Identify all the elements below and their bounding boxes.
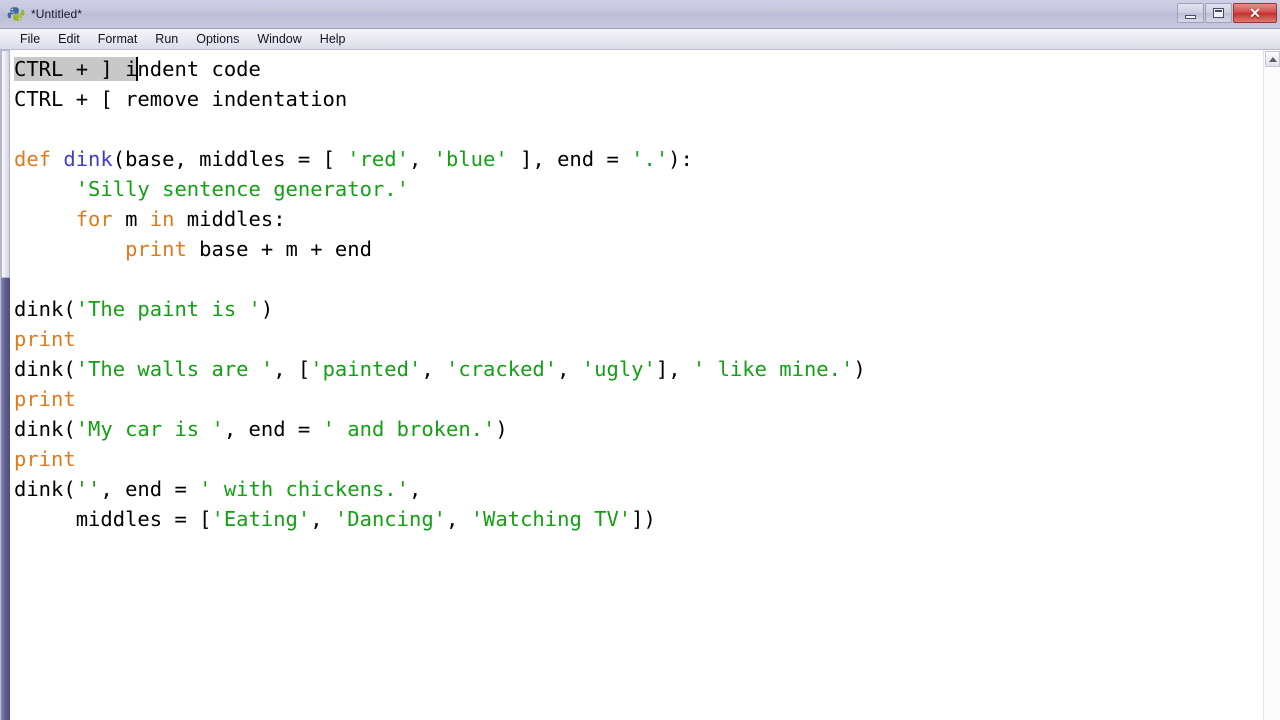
line-11-d: , <box>557 357 582 381</box>
string-painted: 'painted' <box>310 357 422 381</box>
right-scrollbar[interactable] <box>1263 50 1280 720</box>
string-dancing: 'Dancing' <box>334 507 447 531</box>
string-blue: 'blue' <box>433 147 508 171</box>
menu-format[interactable]: Format <box>90 30 146 48</box>
line-6-indent <box>14 207 76 231</box>
line-9-a: dink( <box>14 297 76 321</box>
maximize-icon <box>1213 8 1224 18</box>
string-ugly: 'ugly' <box>581 357 656 381</box>
line-4-a: (base, middles = [ <box>112 147 348 171</box>
menu-window[interactable]: Window <box>249 30 309 48</box>
kw-print-3: print <box>14 387 76 411</box>
line-11-e: ], <box>655 357 693 381</box>
scroll-up-arrow-icon[interactable] <box>1265 51 1280 67</box>
line-4-c: ], end = <box>507 147 632 171</box>
menu-run[interactable]: Run <box>147 30 186 48</box>
kw-for: for <box>75 207 113 231</box>
line-11-f: ) <box>853 357 866 381</box>
line-13-b: , end = <box>223 417 323 441</box>
string-eating: 'Eating' <box>211 507 311 531</box>
line-5-indent <box>14 177 76 201</box>
kw-print-1: print <box>125 237 187 261</box>
string-the-walls-are: 'The walls are ' <box>75 357 274 381</box>
line-1-rest: ndent code <box>137 57 261 81</box>
string-and-broken: ' and broken.' <box>322 417 496 441</box>
idle-editor-window: *Untitled* ✕ File Edit Format Run Option… <box>0 0 1280 720</box>
line-13-c: ) <box>495 417 508 441</box>
docstring: 'Silly sentence generator.' <box>75 177 409 201</box>
string-the-paint-is: 'The paint is ' <box>75 297 261 321</box>
string-like-mine: ' like mine.' <box>692 357 854 381</box>
line-7-indent <box>14 237 125 261</box>
left-scrollbar[interactable] <box>0 50 12 720</box>
line-9-b: ) <box>260 297 274 321</box>
line-16-d: ]) <box>631 507 656 531</box>
line-16-b: , <box>310 507 335 531</box>
kw-print-2: print <box>14 327 76 351</box>
string-empty: '' <box>75 477 101 501</box>
string-cracked: 'cracked' <box>446 357 558 381</box>
minimize-icon <box>1185 14 1196 19</box>
menu-file[interactable]: File <box>12 30 48 48</box>
window-controls: ✕ <box>1176 2 1277 24</box>
line-6-rest: middles: <box>174 207 286 231</box>
line-16-c: , <box>446 507 471 531</box>
menu-edit[interactable]: Edit <box>50 30 88 48</box>
string-with-chickens: ' with chickens.' <box>199 477 409 501</box>
left-scrollbar-thumb[interactable] <box>1 50 10 278</box>
line-4-b: , <box>408 147 434 171</box>
code-text-area[interactable]: CTRL + ] indent code CTRL + [ remove ind… <box>12 50 1263 720</box>
menu-options[interactable]: Options <box>188 30 247 48</box>
line-4-d: ): <box>668 147 693 171</box>
editor-region: CTRL + ] indent code CTRL + [ remove ind… <box>0 50 1280 720</box>
kw-def: def <box>14 147 52 171</box>
line-15-b: , end = <box>100 477 200 501</box>
string-my-car-is: 'My car is ' <box>75 417 224 441</box>
string-red: 'red' <box>347 147 409 171</box>
line-11-c: , <box>421 357 447 381</box>
source-code[interactable]: CTRL + ] indent code CTRL + [ remove ind… <box>12 50 1263 534</box>
line-6-m: m <box>112 207 150 231</box>
func-name-dink: dink <box>51 147 113 171</box>
title-bar[interactable]: *Untitled* ✕ <box>0 0 1280 29</box>
line-11-a: dink( <box>14 357 76 381</box>
left-scrollbar-lower[interactable] <box>1 278 10 720</box>
line-16-indent <box>14 507 76 531</box>
string-period: '.' <box>631 147 669 171</box>
line-11-b: , [ <box>273 357 311 381</box>
kw-print-4: print <box>14 447 76 471</box>
python-idle-icon <box>7 5 25 23</box>
line-15-a: dink( <box>14 477 76 501</box>
line-2: CTRL + [ remove indentation <box>14 87 348 111</box>
close-button[interactable]: ✕ <box>1233 3 1277 23</box>
line-7-rest: base + m + end <box>186 237 372 261</box>
minimize-button[interactable] <box>1177 3 1204 23</box>
window-title: *Untitled* <box>31 7 83 21</box>
menu-help[interactable]: Help <box>312 30 354 48</box>
kw-in: in <box>149 207 175 231</box>
selected-text[interactable]: CTRL + ] i <box>14 57 138 81</box>
maximize-button[interactable] <box>1205 3 1232 23</box>
close-icon: ✕ <box>1249 5 1261 21</box>
line-13-a: dink( <box>14 417 76 441</box>
string-watching-tv: 'Watching TV' <box>470 507 632 531</box>
line-15-c: , <box>408 477 422 501</box>
line-16-a: middles = [ <box>75 507 212 531</box>
menu-bar: File Edit Format Run Options Window Help <box>0 29 1280 50</box>
